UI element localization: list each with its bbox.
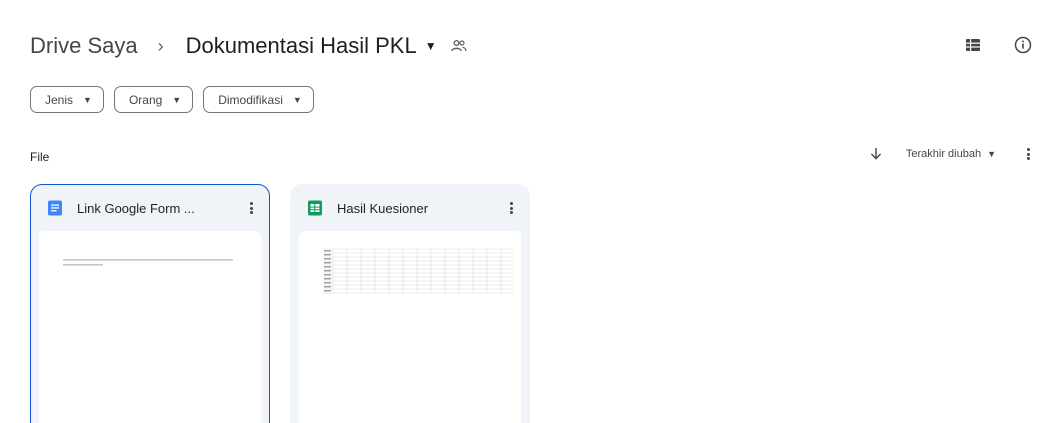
file-grid: Link Google Form ... Hasil Kuesioner bbox=[30, 184, 530, 423]
breadcrumb-current-folder[interactable]: Dokumentasi Hasil PKL bbox=[186, 33, 417, 59]
file-thumbnail bbox=[39, 231, 261, 423]
chevron-down-icon: ▼ bbox=[172, 94, 182, 105]
docs-icon bbox=[47, 200, 63, 216]
file-card-google-form[interactable]: Link Google Form ... bbox=[30, 184, 270, 423]
chevron-down-icon[interactable]: ▼ bbox=[987, 149, 996, 159]
filter-chip-orang[interactable]: Orang ▼ bbox=[113, 86, 194, 113]
file-title: Link Google Form ... bbox=[77, 200, 195, 216]
section-label-files: File bbox=[30, 150, 50, 164]
sheets-icon bbox=[307, 200, 323, 216]
filter-chips: Jenis ▼ Orang ▼ Dimodifikasi ▼ bbox=[30, 86, 314, 113]
chevron-down-icon: ▼ bbox=[292, 94, 302, 105]
more-options-icon[interactable] bbox=[507, 200, 515, 216]
chevron-down-icon: ▼ bbox=[83, 94, 92, 105]
folder-menu-caret-icon[interactable]: ▼ bbox=[425, 39, 437, 53]
filter-chip-dimodifikasi[interactable]: Dimodifikasi ▼ bbox=[203, 86, 314, 113]
filter-chip-label: Jenis bbox=[45, 92, 74, 107]
info-icon[interactable] bbox=[1012, 34, 1034, 56]
arrow-down-icon[interactable] bbox=[868, 146, 884, 162]
list-view-icon[interactable] bbox=[962, 34, 984, 56]
sort-bar: Terakhir diubah ▼ bbox=[868, 144, 1032, 164]
breadcrumb-separator: › bbox=[157, 35, 164, 56]
more-options-icon[interactable] bbox=[1024, 146, 1032, 162]
file-thumbnail bbox=[299, 231, 521, 423]
more-options-icon[interactable] bbox=[247, 200, 255, 216]
file-card-header: Link Google Form ... bbox=[31, 185, 269, 231]
breadcrumb: Drive Saya › Dokumentasi Hasil PKL ▼ bbox=[30, 28, 467, 64]
filter-chip-label: Orang bbox=[128, 92, 163, 107]
filter-chip-jenis[interactable]: Jenis ▼ bbox=[30, 86, 104, 113]
view-controls bbox=[962, 34, 1034, 56]
sort-field-button[interactable]: Terakhir diubah bbox=[906, 148, 981, 160]
file-card-hasil-kuesioner[interactable]: Hasil Kuesioner bbox=[290, 184, 530, 423]
breadcrumb-root[interactable]: Drive Saya bbox=[30, 33, 138, 59]
file-title: Hasil Kuesioner bbox=[337, 200, 429, 216]
filter-chip-label: Dimodifikasi bbox=[218, 92, 283, 107]
people-icon[interactable] bbox=[450, 39, 467, 53]
file-card-header: Hasil Kuesioner bbox=[291, 185, 529, 231]
